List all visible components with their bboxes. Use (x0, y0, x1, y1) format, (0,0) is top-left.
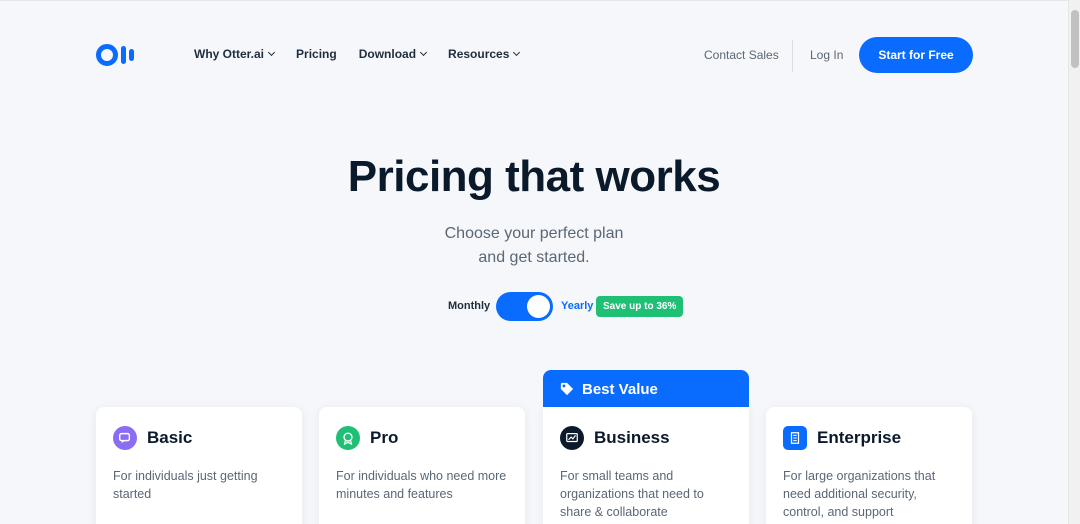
yearly-label[interactable]: Yearly (561, 300, 593, 312)
nav-download[interactable]: Download (358, 47, 428, 61)
nav-label: Pricing (296, 47, 337, 61)
logo-bar (129, 49, 134, 61)
logo-ring (96, 44, 118, 66)
toggle-knob (527, 295, 550, 318)
nav-pricing[interactable]: Pricing (296, 47, 337, 61)
nav-resources[interactable]: Resources (448, 47, 521, 61)
contact-sales-link[interactable]: Contact Sales (704, 48, 779, 62)
best-value-ribbon: Best Value (543, 370, 749, 408)
tag-icon (560, 382, 574, 396)
subtitle-line: Choose your perfect plan (444, 225, 624, 242)
nav-why-otter[interactable]: Why Otter.ai (194, 47, 276, 61)
monthly-label[interactable]: Monthly (448, 300, 490, 312)
ribbon-label: Best Value (582, 380, 658, 398)
plan-card-pro[interactable]: Pro For individuals who need more minute… (319, 407, 525, 524)
plan-description: For small teams and organizations that n… (560, 469, 704, 519)
chevron-down-icon (419, 48, 428, 57)
badge-icon (336, 426, 360, 450)
logo-bar (121, 46, 126, 64)
chat-icon (113, 426, 137, 450)
chevron-down-icon (513, 48, 521, 57)
plan-description: For large organizations that need additi… (783, 469, 936, 519)
plan-name: Business (594, 428, 670, 447)
chart-icon (560, 426, 584, 450)
plan-card-basic[interactable]: Basic For individuals just getting start… (96, 407, 302, 524)
subtitle-line: and get started. (478, 249, 590, 266)
header-divider (792, 40, 793, 72)
plan-description: For individuals who need more minutes an… (336, 469, 507, 501)
save-badge: Save up to 36% (596, 296, 684, 317)
start-for-free-button[interactable]: Start for Free (859, 37, 973, 73)
nav-label: Why Otter.ai (194, 47, 265, 61)
scrollbar-thumb[interactable] (1071, 10, 1079, 68)
nav-label: Resources (448, 47, 510, 61)
plan-card-business[interactable]: Business For small teams and organizatio… (543, 407, 749, 524)
building-icon (783, 426, 807, 450)
plan-name: Pro (370, 428, 399, 447)
plan-description: For individuals just getting started (113, 469, 258, 501)
plan-card-enterprise[interactable]: Enterprise For large organizations that … (766, 407, 972, 524)
plan-name: Enterprise (817, 428, 902, 447)
plan-name: Basic (147, 428, 193, 447)
page-title: Pricing that works (347, 152, 721, 201)
nav-label: Download (358, 47, 417, 61)
top-border (0, 0, 1080, 1)
page-scrollbar[interactable] (1068, 0, 1080, 524)
page-subtitle: Choose your perfect plan and get started… (0, 222, 1068, 270)
otter-logo[interactable] (96, 44, 134, 66)
main-nav: Why Otter.ai Pricing Download Resources (194, 47, 521, 61)
billing-toggle[interactable] (496, 292, 553, 321)
chevron-down-icon (267, 48, 276, 57)
login-link[interactable]: Log In (810, 48, 843, 62)
